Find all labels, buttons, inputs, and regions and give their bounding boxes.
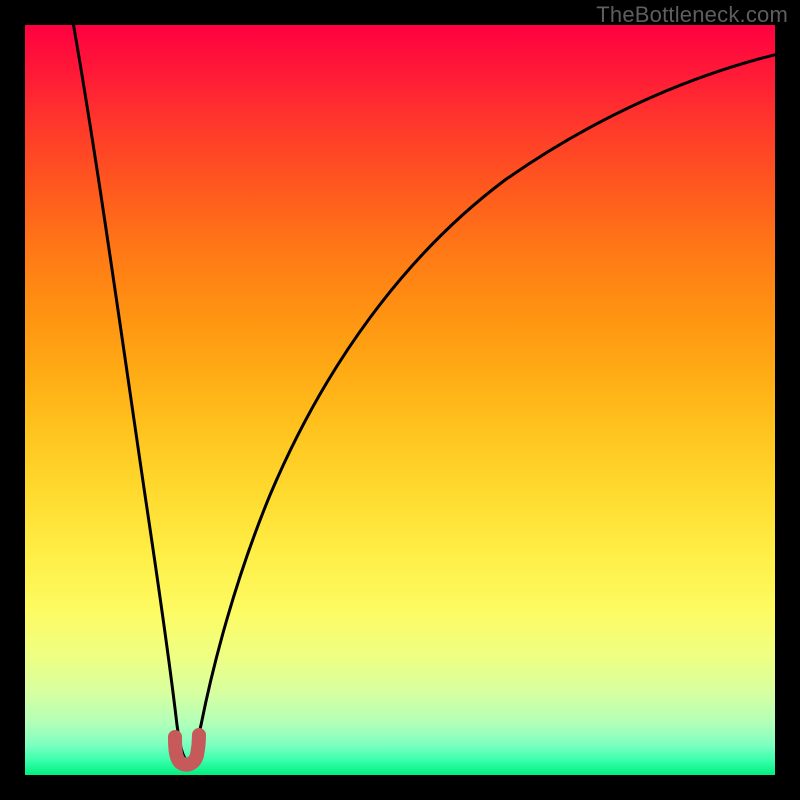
curve-layer [25,25,775,775]
chart-frame: TheBottleneck.com [0,0,800,800]
minimum-marker [175,735,199,765]
watermark-text: TheBottleneck.com [596,2,788,28]
plot-area [25,25,775,775]
bottleneck-curve [70,25,775,760]
